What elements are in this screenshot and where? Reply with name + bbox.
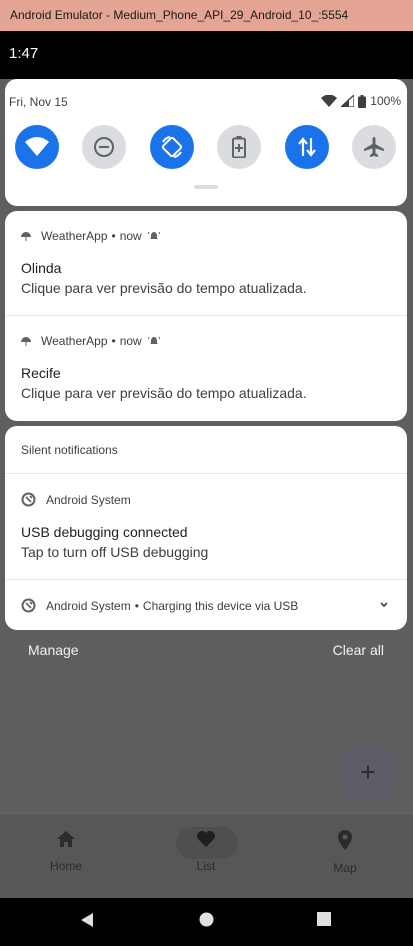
notification-text: Charging this device via USB (142, 598, 299, 613)
airplane-icon (364, 137, 384, 157)
notification-header: WeatherApp • now (21, 334, 160, 348)
umbrella-icon (21, 336, 31, 346)
cell-signal-icon (341, 95, 355, 107)
system-icons: 100% (321, 94, 401, 108)
battery-icon (358, 94, 367, 108)
app-bottom-navigation: Home List Map (0, 815, 413, 898)
map-pin-icon (338, 830, 352, 850)
chevron-down-icon[interactable] (380, 602, 388, 608)
tile-battery-saver[interactable] (217, 125, 261, 169)
silent-section-header: Silent notifications (5, 426, 407, 474)
notification-charging[interactable]: Android System • Charging this device vi… (5, 580, 407, 630)
plus-icon: + (360, 756, 376, 787)
date: Fri, Nov 15 (9, 95, 68, 109)
tile-do-not-disturb[interactable] (82, 125, 126, 169)
back-icon[interactable] (80, 912, 94, 928)
nav-item-map[interactable]: Map (305, 830, 385, 875)
nav-item-home[interactable]: Home (26, 830, 106, 873)
android-system-icon (21, 598, 36, 613)
tile-auto-rotate[interactable] (150, 125, 194, 169)
auto-rotate-icon (161, 136, 183, 158)
battery-saver-icon (232, 136, 246, 158)
tile-mobile-data[interactable] (285, 125, 329, 169)
status-bar: 1:47 (0, 31, 413, 79)
alert-bell-icon (147, 336, 160, 344)
window-title: Android Emulator - Medium_Phone_API_29_A… (10, 8, 349, 22)
app-name: Android System (46, 598, 131, 613)
tile-airplane-mode[interactable] (352, 125, 396, 169)
app-name: WeatherApp (41, 229, 108, 243)
notification-title: USB debugging connected (21, 524, 188, 540)
drag-handle[interactable] (194, 185, 218, 189)
clear-all-button[interactable]: Clear all (333, 642, 384, 658)
heart-icon (197, 831, 215, 847)
tile-wifi[interactable] (15, 125, 59, 169)
nav-label: Home (49, 859, 82, 873)
nav-label: Map (333, 861, 357, 875)
silent-header-label: Silent notifications (21, 443, 118, 457)
notification-title: Recife (21, 365, 61, 381)
notification-time: now (119, 334, 142, 348)
app-name: Android System (46, 492, 131, 507)
manage-button[interactable]: Manage (28, 642, 79, 658)
notification-usb-debugging[interactable]: Android System USB debugging connected T… (5, 474, 407, 580)
add-fab-button[interactable]: + (340, 744, 396, 800)
quick-settings-panel: Fri, Nov 15 100% (5, 79, 407, 206)
battery-percentage: 100% (370, 94, 401, 108)
silent-notification-group: Silent notifications Android System USB … (5, 426, 407, 630)
system-navigation-bar (0, 898, 413, 946)
notification-header: WeatherApp • now (21, 229, 160, 243)
home-icon (57, 831, 75, 847)
alert-bell-icon (147, 231, 160, 239)
notification-olinda[interactable]: WeatherApp • now Olinda Clique para ver … (5, 211, 407, 316)
notification-text: Tap to turn off USB debugging (21, 544, 209, 560)
weather-notification-group: WeatherApp • now Olinda Clique para ver … (5, 211, 407, 421)
notification-text: Clique para ver previsão do tempo atuali… (21, 385, 307, 401)
notification-recife[interactable]: WeatherApp • now Recife Clique para ver … (5, 316, 407, 421)
notification-header: Android System • Charging this device vi… (21, 598, 298, 613)
recents-icon[interactable] (317, 912, 331, 926)
notification-header: Android System (21, 492, 131, 507)
app-name: WeatherApp (41, 334, 108, 348)
notification-time: now (119, 229, 142, 243)
window-title-bar: Android Emulator - Medium_Phone_API_29_A… (0, 0, 413, 31)
do-not-disturb-icon (94, 137, 114, 157)
wifi-icon (25, 137, 49, 156)
nav-label: List (196, 859, 216, 873)
nav-item-list[interactable]: List (166, 830, 246, 873)
android-system-icon (21, 492, 36, 507)
home-circle-icon[interactable] (199, 912, 214, 927)
notification-text: Clique para ver previsão do tempo atuali… (21, 280, 307, 296)
umbrella-icon (21, 231, 31, 241)
clock: 1:47 (9, 45, 39, 62)
notification-title: Olinda (21, 260, 62, 276)
mobile-data-icon (298, 137, 316, 157)
wifi-signal-icon (321, 95, 338, 107)
